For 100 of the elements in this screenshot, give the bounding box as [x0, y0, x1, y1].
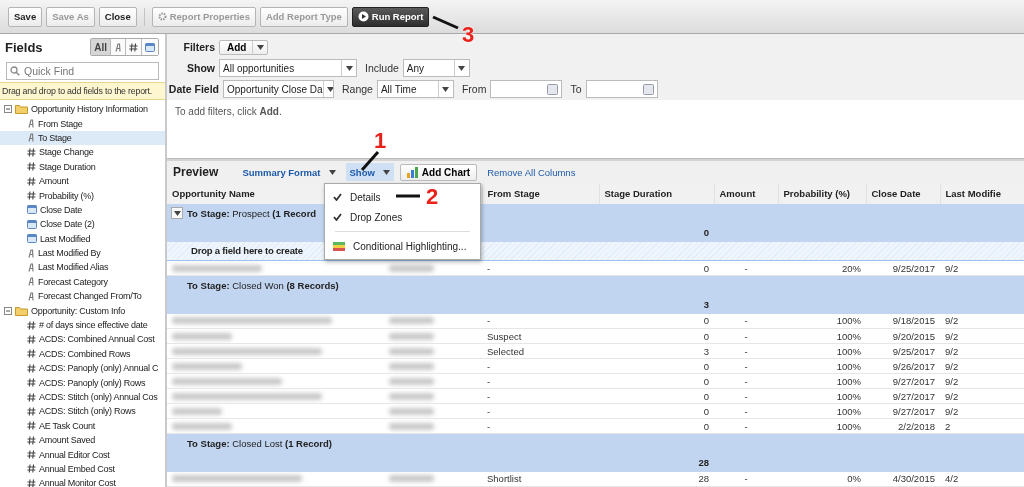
field-item[interactable]: AE Task Count [0, 418, 165, 433]
caret-icon [328, 169, 336, 175]
field-item[interactable]: ACDS: Panoply (only) Rows [0, 375, 165, 390]
blurred-text [172, 407, 222, 415]
blurred-text [389, 264, 434, 272]
field-item[interactable]: Annual Embed Cost [0, 461, 165, 477]
text-field-icon [27, 291, 35, 301]
format-dropdown[interactable]: Summary Format [238, 163, 340, 182]
hash-icon [27, 334, 36, 344]
field-item[interactable]: Close Date [0, 202, 165, 218]
hash-icon [27, 406, 36, 416]
from-date-field[interactable] [490, 80, 563, 98]
range-select[interactable]: All Time [376, 80, 454, 98]
caret-icon [327, 86, 333, 92]
hash-icon [27, 147, 36, 157]
text-field-icon [27, 119, 35, 129]
field-item[interactable]: Stage Change [0, 145, 165, 160]
field-item[interactable]: ACDS: Combined Annual Cost [0, 332, 165, 347]
field-label: Date Field [167, 83, 219, 95]
run-report-button[interactable]: Run Report [351, 6, 430, 27]
hash-icon [129, 42, 138, 52]
hash-icon [27, 392, 36, 402]
tree-folder[interactable]: Opportunity: Custom Info [0, 303, 165, 318]
field-item[interactable]: Last Modified By [0, 245, 165, 261]
field-item[interactable]: Last Modified Alias [0, 260, 165, 275]
hash-icon [27, 320, 36, 330]
field-label: Show [186, 62, 215, 74]
menu-item[interactable]: Drop Zones [325, 207, 411, 227]
field-item[interactable]: Last Modified [0, 231, 165, 246]
field-item[interactable]: To Stage [0, 130, 165, 146]
toolbar-button[interactable]: Close [98, 6, 137, 27]
group-label: To Stage: Prospect (1 Record [187, 207, 317, 219]
text-field-icon [27, 248, 35, 258]
remove-columns-link[interactable]: Remove All Columns [487, 166, 576, 178]
play-icon [357, 11, 369, 22]
blurred-text [389, 407, 434, 415]
hash-icon [27, 349, 36, 359]
collapse-icon[interactable] [4, 306, 12, 315]
filters-empty-message: To add filters, click Add. [175, 106, 282, 117]
field-item[interactable]: ACDS: Panoply (only) Annual C [0, 361, 165, 376]
field-item[interactable]: Amount [0, 173, 165, 189]
folder-icon [15, 305, 28, 316]
field-item[interactable]: Forecast Category [0, 274, 165, 290]
to-date-field[interactable] [585, 80, 658, 98]
include-select[interactable]: Any [402, 59, 470, 77]
caret-icon [345, 65, 353, 71]
field-item[interactable]: ACDS: Stitch (only) Rows [0, 404, 165, 419]
field-item[interactable]: Stage Duration [0, 159, 165, 174]
blurred-text [389, 362, 434, 370]
blurred-text [389, 392, 434, 400]
text-field-icon [114, 42, 122, 52]
quick-find-field[interactable]: Quick Find [6, 62, 159, 80]
group-label: To Stage: Closed Lost (1 Record) [187, 437, 332, 449]
date-field-select[interactable]: Opportunity Close Da [223, 80, 334, 98]
callout-number: 3 [462, 22, 475, 48]
show-select[interactable]: All opportunities [219, 59, 357, 77]
field-item[interactable]: Annual Monitor Cost [0, 476, 165, 487]
field-item[interactable]: ACDS: Combined Rows [0, 346, 165, 362]
blurred-text [389, 317, 434, 325]
field-item[interactable]: Probability (%) [0, 188, 165, 203]
text-field-icon [27, 133, 35, 143]
field-label: From [461, 83, 487, 95]
hash-icon [27, 191, 36, 201]
callout-number: 2 [426, 184, 439, 210]
field-item[interactable]: Close Date (2) [0, 217, 165, 232]
folder-icon [15, 104, 28, 115]
caret-icon [382, 169, 390, 175]
hash-icon [27, 464, 36, 474]
field-item[interactable]: Amount Saved [0, 433, 165, 448]
collapse-toggle[interactable] [171, 207, 183, 219]
collapse-icon[interactable] [4, 105, 12, 114]
preview-title: Preview [173, 165, 219, 180]
search-icon [10, 66, 20, 76]
blurred-text [389, 332, 434, 340]
caret-icon [442, 86, 450, 92]
add-filter-button[interactable]: Add [219, 39, 269, 55]
type-filter-button[interactable] [125, 39, 141, 55]
field-item[interactable]: From Stage [0, 116, 165, 131]
blurred-text [172, 422, 232, 430]
field-item[interactable]: ACDS: Stitch (only) Annual Cos [0, 389, 165, 405]
field-item[interactable]: Forecast Changed From/To [0, 289, 165, 304]
add-chart-button[interactable]: Add Chart [399, 163, 478, 181]
group-label: To Stage: Closed Won (8 Records) [187, 279, 339, 291]
filters-label: Filters [182, 41, 215, 53]
show-dropdown[interactable]: Show [345, 163, 394, 182]
blurred-text [389, 422, 434, 430]
gear-icon [157, 12, 167, 21]
field-item[interactable]: # of days since effective date [0, 317, 165, 333]
drag-hint: Drag and drop to add fields to the report. [0, 82, 165, 100]
all-filter-button[interactable]: All [91, 39, 110, 55]
type-filter-button[interactable] [110, 39, 125, 55]
blurred-text [389, 475, 434, 483]
tree-folder[interactable]: Opportunity History Information [0, 102, 165, 117]
bar-chart-icon [406, 166, 419, 178]
text-field-icon [27, 277, 35, 287]
toolbar-button[interactable]: Save [8, 6, 43, 27]
caret-icon [458, 65, 466, 71]
hash-icon [27, 421, 36, 431]
type-filter-button[interactable] [141, 39, 158, 55]
field-item[interactable]: Annual Editor Cost [0, 447, 165, 462]
